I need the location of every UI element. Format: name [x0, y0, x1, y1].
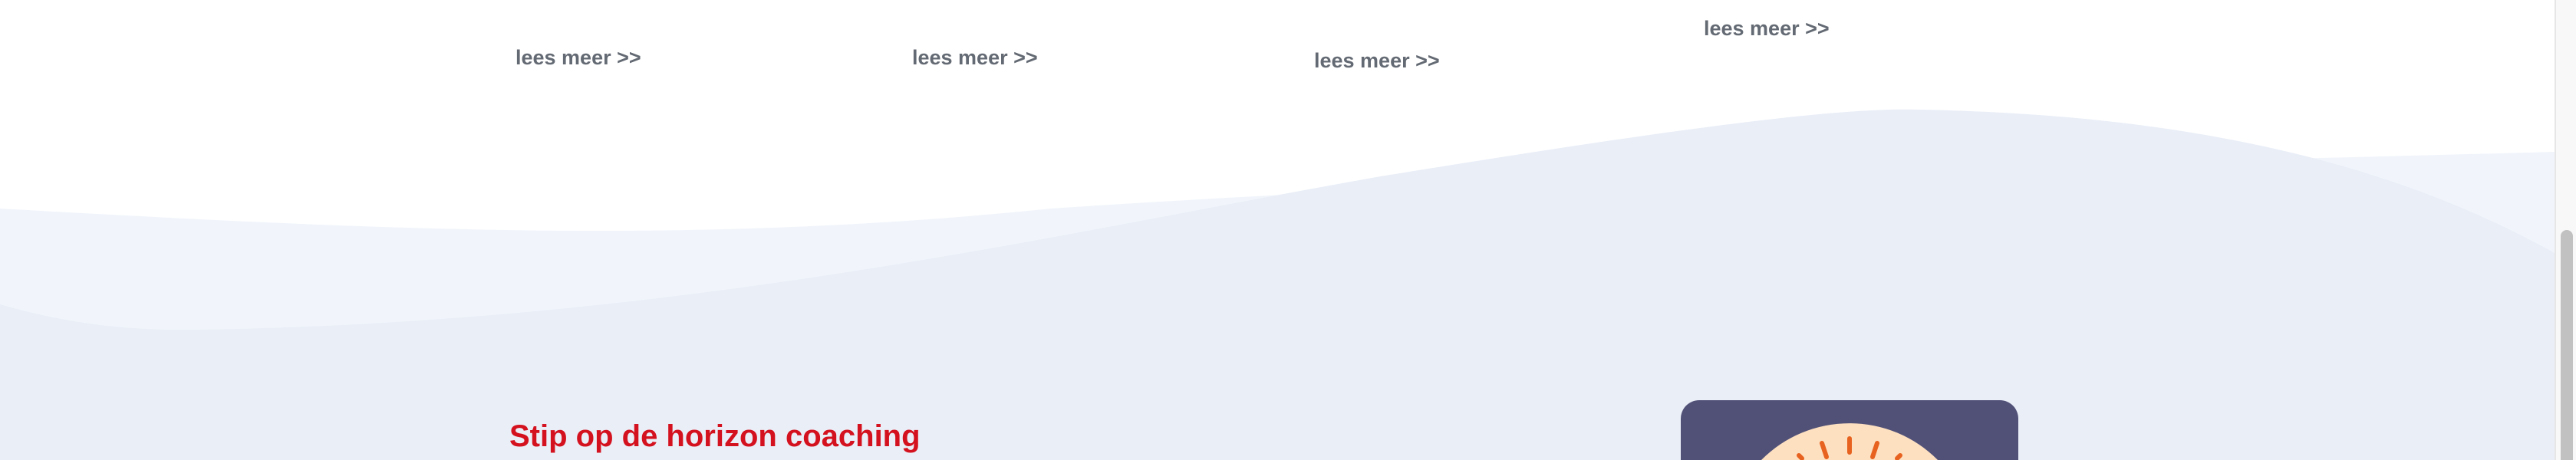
- page: lees meer >> lees meer >> lees meer >> l…: [0, 0, 2555, 460]
- wave-background: [0, 109, 2555, 460]
- read-more-link[interactable]: lees meer >>: [1704, 17, 1830, 41]
- section-title: Stip op de horizon coaching: [509, 419, 921, 453]
- read-more-link[interactable]: lees meer >>: [1314, 49, 1440, 73]
- horizon-illustration-card: [1681, 400, 2018, 460]
- scrollbar[interactable]: [2555, 0, 2576, 460]
- sun-icon: [1761, 423, 1938, 460]
- read-more-link[interactable]: lees meer >>: [516, 46, 641, 70]
- scrollbar-thumb[interactable]: [2561, 230, 2573, 460]
- read-more-link[interactable]: lees meer >>: [912, 46, 1038, 70]
